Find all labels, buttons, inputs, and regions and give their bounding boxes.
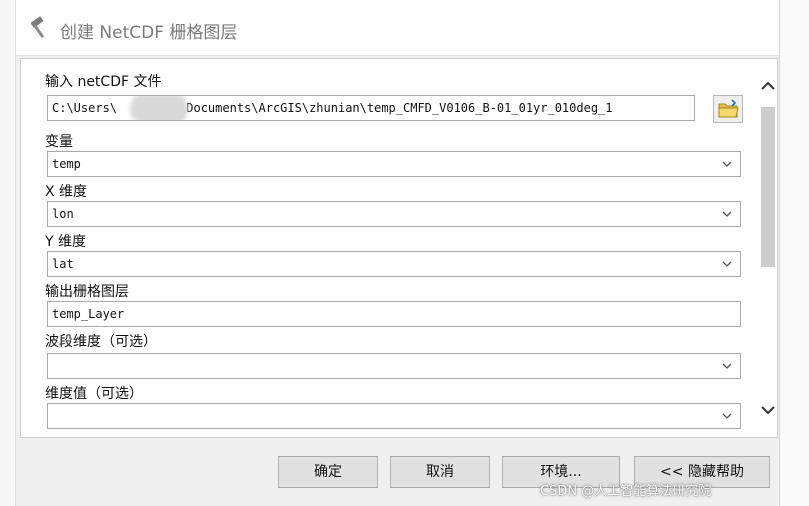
parameters-panel: 输入 netCDF 文件 C:\Users\ \Documents\ArcGIS\… (20, 58, 778, 438)
ok-button[interactable]: 确定 (278, 456, 378, 488)
input-netcdf-label: 输入 netCDF 文件 (45, 74, 162, 90)
scrollbar-thumb[interactable] (761, 107, 775, 267)
output-raster-label: 输出栅格图层 (45, 284, 129, 300)
chevron-down-icon (722, 161, 732, 167)
y-dimension-label: Y 维度 (45, 234, 87, 250)
chevron-down-icon (722, 363, 732, 369)
dialog-title: 创建 NetCDF 栅格图层 (60, 23, 238, 43)
variable-select[interactable]: temp (47, 151, 741, 177)
background-window-right (779, 0, 809, 506)
variable-label: 变量 (45, 134, 73, 150)
create-netcdf-raster-dialog: 创建 NetCDF 栅格图层 输入 netCDF 文件 C:\Users\ \Do… (16, 0, 779, 506)
band-dimension-select[interactable] (47, 353, 741, 379)
blur-redaction (130, 96, 188, 120)
scroll-up-icon[interactable] (761, 79, 775, 93)
chevron-down-icon (722, 211, 732, 217)
x-dimension-label: X 维度 (45, 184, 88, 200)
dimension-values-label: 维度值（可选） (45, 386, 143, 402)
browse-folder-button[interactable] (713, 95, 743, 123)
x-dimension-select[interactable]: lon (47, 201, 741, 227)
output-raster-input[interactable]: temp_Layer (47, 301, 741, 327)
input-path-prefix: C:\Users\ (52, 101, 118, 115)
title-bar: 创建 NetCDF 栅格图层 (16, 0, 779, 56)
x-dimension-value: lon (52, 207, 74, 221)
y-dimension-select[interactable]: lat (47, 251, 741, 277)
input-path-suffix: \Documents\ArcGIS\zhunian\temp_CMFD_V010… (179, 101, 613, 115)
csdn-watermark: CSDN @人工智能算法研究院 (540, 484, 712, 499)
chevron-down-icon (722, 261, 732, 267)
folder-open-icon (718, 99, 739, 118)
output-raster-value: temp_Layer (52, 307, 125, 321)
band-dimension-label: 波段维度（可选） (45, 334, 157, 350)
y-dimension-value: lat (52, 257, 74, 271)
vertical-scrollbar[interactable] (759, 67, 777, 427)
chevron-down-icon (722, 413, 732, 419)
cancel-button[interactable]: 取消 (390, 456, 490, 488)
variable-value: temp (52, 157, 81, 171)
hammer-icon (30, 16, 44, 38)
input-netcdf-field[interactable]: C:\Users\ \Documents\ArcGIS\zhunian\temp_… (47, 95, 695, 121)
dimension-values-select[interactable] (47, 403, 741, 429)
scroll-down-icon[interactable] (761, 403, 775, 417)
background-window-left (0, 0, 16, 506)
